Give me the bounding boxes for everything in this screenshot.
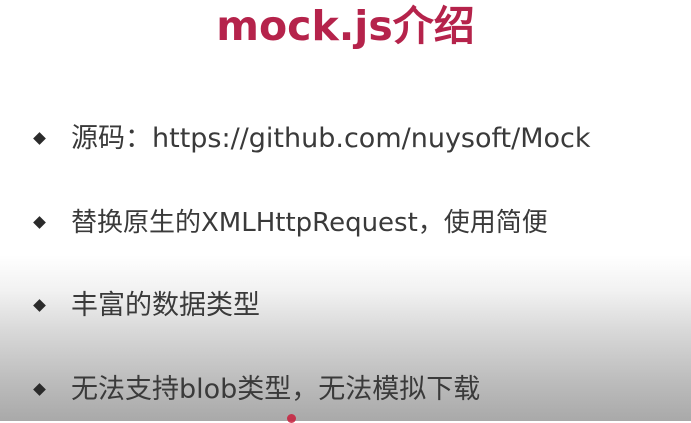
diamond-bullet-icon: [33, 299, 46, 312]
bullet-text: 源码：https://github.com/nuysoft/Mock: [71, 123, 591, 154]
diamond-bullet-icon: [33, 132, 46, 145]
diamond-bullet-icon: [33, 216, 46, 229]
bullet-text: 无法支持blob类型，无法模拟下载: [71, 374, 481, 405]
bullet-item-limitations: 无法支持blob类型，无法模拟下载: [0, 371, 691, 411]
bullet-item-data-types: 丰富的数据类型: [0, 287, 691, 327]
bullet-item-replace-xhr: 替换原生的XMLHttpRequest，使用简便: [0, 204, 691, 244]
bullet-text: 丰富的数据类型: [71, 290, 260, 321]
diamond-bullet-icon: [33, 383, 46, 396]
bullet-text: 替换原生的XMLHttpRequest，使用简便: [71, 208, 548, 238]
bullet-list: 源码：https://github.com/nuysoft/Mock 替换原生的…: [0, 0, 691, 421]
bullet-item-source: 源码：https://github.com/nuysoft/Mock: [0, 120, 691, 160]
pointer-dot-icon: [287, 414, 296, 423]
presentation-slide: mock.js介绍 源码：https://github.com/nuysoft/…: [0, 0, 691, 423]
